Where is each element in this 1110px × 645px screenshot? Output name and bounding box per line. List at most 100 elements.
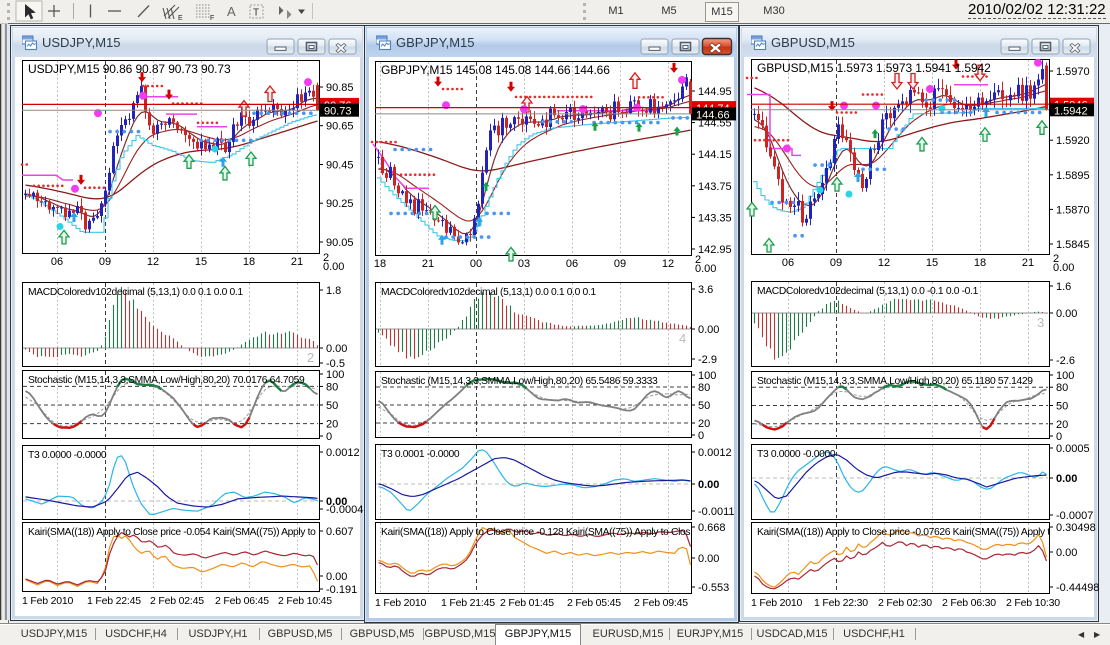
- svg-text:-0.44498: -0.44498: [1056, 582, 1099, 594]
- svg-text:Kairi(SMA((18)) Apply to Close: Kairi(SMA((18)) Apply to Close price -0.…: [381, 527, 690, 538]
- svg-text:GBPJPY,M15 145.08 145.08 144.: GBPJPY,M15 145.08 145.08 144.66 144.66: [381, 63, 610, 77]
- svg-text:06: 06: [782, 257, 794, 269]
- svg-text:1 Feb 22:45: 1 Feb 22:45: [87, 595, 141, 607]
- svg-text:20: 20: [1056, 419, 1068, 431]
- svg-text:-0.553: -0.553: [698, 582, 729, 594]
- svg-text:90.05: 90.05: [326, 237, 354, 249]
- svg-text:F: F: [210, 15, 214, 22]
- svg-text:1.5920: 1.5920: [1056, 135, 1090, 147]
- svg-text:0.00: 0.00: [698, 479, 719, 491]
- svg-text:80: 80: [326, 381, 338, 393]
- svg-text:1.8: 1.8: [326, 285, 341, 297]
- svg-text:0.00: 0.00: [1056, 547, 1077, 559]
- svg-text:0: 0: [1056, 431, 1062, 443]
- svg-text:2 Feb 06:45: 2 Feb 06:45: [215, 595, 269, 607]
- svg-text:0.00: 0.00: [326, 571, 347, 583]
- svg-text:1 Feb 21:45: 1 Feb 21:45: [441, 597, 495, 609]
- svg-text:12: 12: [662, 258, 674, 270]
- svg-text:20: 20: [698, 418, 710, 430]
- svg-text:09: 09: [830, 257, 842, 269]
- svg-text:80: 80: [1056, 382, 1068, 394]
- svg-text:Stochastic (M15,14,3,3,SMMA,Lo: Stochastic (M15,14,3,3,SMMA,Low/High,80,…: [381, 376, 658, 387]
- svg-text:0.00: 0.00: [1053, 262, 1074, 274]
- svg-text:100: 100: [326, 369, 344, 381]
- svg-text:50: 50: [326, 400, 338, 412]
- svg-text:-2.6: -2.6: [1056, 355, 1075, 367]
- svg-text:0.668: 0.668: [698, 522, 726, 534]
- svg-text:2: 2: [307, 350, 314, 365]
- svg-text:-0.0004: -0.0004: [326, 504, 363, 516]
- svg-text:A: A: [227, 4, 236, 19]
- svg-text:MACDColoredv102decimal (5,13,1: MACDColoredv102decimal (5,13,1) 0.0 0.1 …: [381, 287, 596, 298]
- svg-text:0.00: 0.00: [326, 343, 347, 355]
- svg-text:100: 100: [698, 370, 716, 382]
- svg-text:2 Feb 01:45: 2 Feb 01:45: [500, 597, 554, 609]
- svg-text:0.00: 0.00: [695, 263, 716, 275]
- svg-text:USDJPY,M15 90.86 90.87 90.73: USDJPY,M15 90.86 90.87 90.73 90.73: [28, 62, 231, 76]
- svg-text:2 Feb 05:45: 2 Feb 05:45: [567, 597, 621, 609]
- svg-text:06: 06: [566, 258, 578, 270]
- svg-text:09: 09: [614, 258, 626, 270]
- svg-text:T3 0.0000 -0.0000: T3 0.0000 -0.0000: [28, 450, 107, 461]
- svg-text:144.95: 144.95: [698, 86, 732, 98]
- svg-text:143.75: 143.75: [698, 181, 732, 193]
- svg-text:-0.0007: -0.0007: [1056, 510, 1093, 522]
- svg-text:12: 12: [147, 256, 159, 268]
- svg-text:Stochastic (M15,14,3,3,SMMA,Lo: Stochastic (M15,14,3,3,SMMA,Low/High,80,…: [757, 376, 1033, 387]
- svg-text:-2.9: -2.9: [698, 354, 717, 366]
- svg-text:GBPUSD,M15 1.5973 1.5973 1.59: GBPUSD,M15 1.5973 1.5973 1.5941 1.5942: [757, 61, 991, 75]
- svg-text:1.5942: 1.5942: [1054, 105, 1088, 117]
- svg-text:1 Feb 2010: 1 Feb 2010: [751, 597, 802, 609]
- svg-text:144.15: 144.15: [698, 149, 732, 161]
- svg-text:1.5970: 1.5970: [1056, 66, 1090, 78]
- svg-text:143.35: 143.35: [698, 212, 732, 224]
- svg-text:09: 09: [99, 256, 111, 268]
- svg-text:00: 00: [470, 258, 482, 270]
- svg-text:144.66: 144.66: [696, 109, 730, 121]
- svg-text:100: 100: [1056, 370, 1074, 382]
- svg-text:21: 21: [291, 256, 303, 268]
- svg-text:0.00: 0.00: [1056, 473, 1077, 485]
- svg-text:0.30498: 0.30498: [1056, 522, 1096, 534]
- svg-text:90.85: 90.85: [326, 82, 354, 94]
- svg-text:2 Feb 09:45: 2 Feb 09:45: [634, 597, 688, 609]
- svg-text:06: 06: [51, 256, 63, 268]
- svg-text:18: 18: [374, 258, 386, 270]
- svg-text:20: 20: [326, 419, 338, 431]
- svg-text:15: 15: [926, 257, 938, 269]
- svg-text:T3 0.0001 -0.0000: T3 0.0001 -0.0000: [381, 449, 460, 460]
- svg-text:1.5845: 1.5845: [1056, 239, 1090, 251]
- svg-text:90.45: 90.45: [326, 160, 354, 172]
- svg-text:Stochastic (M15,14,3,3,SMMA,Lo: Stochastic (M15,14,3,3,SMMA,Low/High,80,…: [28, 375, 305, 386]
- svg-text:0: 0: [698, 430, 704, 442]
- svg-text:T3 0.0000 -0.0000: T3 0.0000 -0.0000: [757, 449, 836, 460]
- svg-text:90.65: 90.65: [326, 121, 354, 133]
- svg-text:18: 18: [974, 257, 986, 269]
- svg-text:142.95: 142.95: [698, 244, 732, 256]
- svg-text:1.6: 1.6: [1056, 281, 1071, 293]
- svg-text:18: 18: [243, 256, 255, 268]
- svg-text:1 Feb 22:30: 1 Feb 22:30: [814, 597, 868, 609]
- svg-text:50: 50: [1056, 401, 1068, 413]
- svg-text:21: 21: [1022, 257, 1034, 269]
- svg-text:0.00: 0.00: [1056, 308, 1077, 320]
- svg-text:0.0012: 0.0012: [326, 447, 360, 459]
- svg-text:3: 3: [1037, 315, 1044, 330]
- svg-text:12: 12: [878, 257, 890, 269]
- svg-text:0.00: 0.00: [698, 324, 719, 336]
- svg-text:80: 80: [698, 382, 710, 394]
- svg-text:MACDColoredv102decimal (5,13,1: MACDColoredv102decimal (5,13,1) 0.0 -0.1…: [757, 286, 979, 297]
- svg-text:Kairi(SMA((18)) Apply to Close: Kairi(SMA((18)) Apply to Close price -0.…: [28, 527, 316, 538]
- svg-text:Kairi(SMA((18)) Apply to Close: Kairi(SMA((18)) Apply to Close price -0.…: [757, 527, 1050, 538]
- svg-text:1.5895: 1.5895: [1056, 170, 1090, 182]
- svg-text:21: 21: [422, 258, 434, 270]
- svg-text:2 Feb 02:45: 2 Feb 02:45: [150, 595, 204, 607]
- svg-text:0.0012: 0.0012: [698, 447, 732, 459]
- svg-text:0.00: 0.00: [698, 553, 719, 565]
- svg-text:-0.0011: -0.0011: [698, 506, 735, 518]
- svg-text:90.25: 90.25: [326, 198, 354, 210]
- svg-text:MACDColoredv102decimal (5,13,1: MACDColoredv102decimal (5,13,1) 0.0 0.1 …: [28, 287, 243, 298]
- svg-text:15: 15: [195, 256, 207, 268]
- svg-text:4: 4: [679, 331, 686, 346]
- svg-text:1 Feb 2010: 1 Feb 2010: [375, 597, 426, 609]
